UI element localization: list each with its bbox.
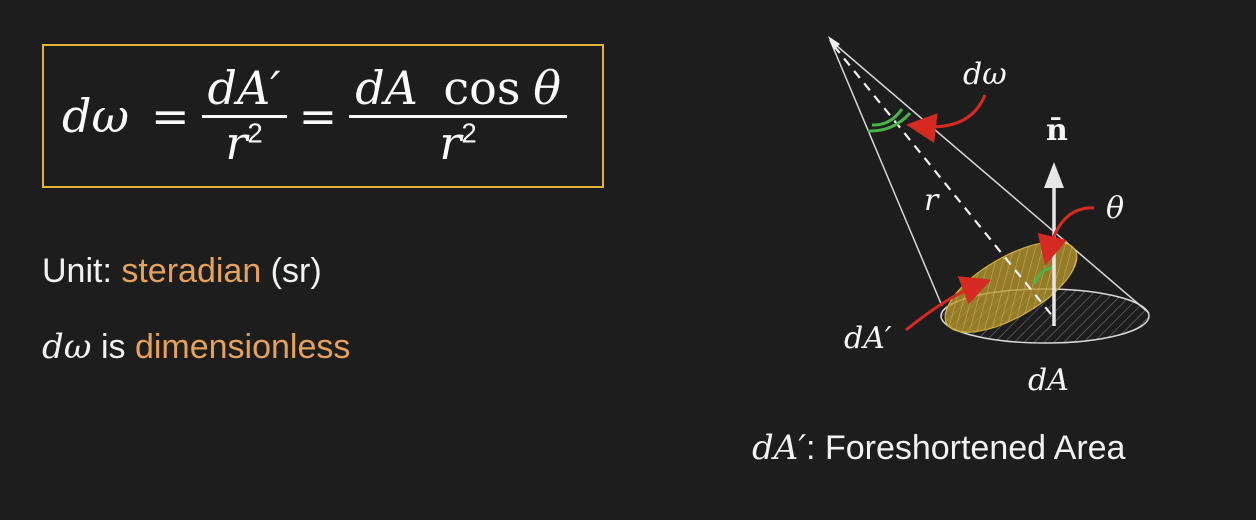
label-normal: n̄ bbox=[1046, 113, 1068, 148]
label-r: r bbox=[924, 183, 940, 218]
label-dAprime: dA′ bbox=[844, 321, 892, 356]
domega-pointer-arrow bbox=[906, 94, 987, 143]
caption-text: : Foreshortened Area bbox=[806, 429, 1126, 467]
label-dA: dA bbox=[1028, 363, 1069, 398]
cone-edge-left bbox=[829, 39, 943, 307]
foreshortened-area-caption: dA′: Foreshortened Area bbox=[752, 428, 1125, 468]
label-domega: dω bbox=[963, 57, 1007, 92]
label-theta: θ bbox=[1106, 191, 1124, 226]
normal-vector-arrowhead bbox=[1044, 162, 1064, 188]
caption-symbol: dA′ bbox=[752, 428, 807, 468]
